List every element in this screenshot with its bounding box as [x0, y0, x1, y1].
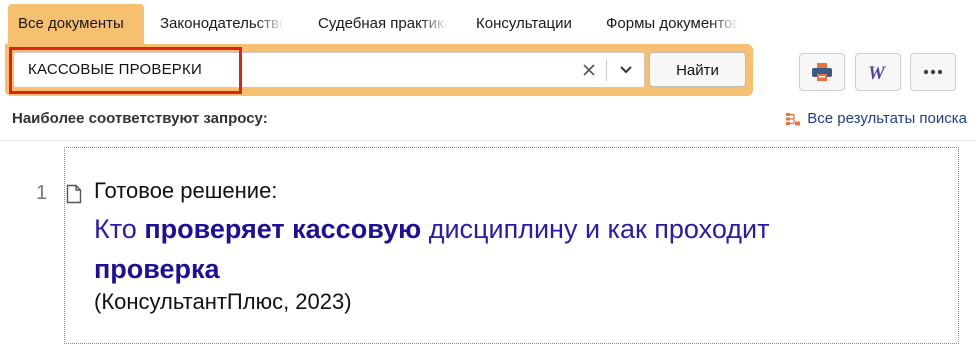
results-divider	[0, 140, 975, 141]
tab-document-forms[interactable]: Формы документов	[596, 4, 738, 44]
search-input[interactable]: КАССОВЫЕ ПРОВЕРКИ	[28, 53, 202, 87]
result-title-link[interactable]: Кто проверяет кассовую дисциплину и как …	[94, 209, 874, 289]
tab-legislation[interactable]: Законодательство	[150, 4, 284, 44]
search-history-dropdown[interactable]	[610, 53, 642, 87]
more-button[interactable]	[910, 53, 956, 91]
document-type-tabs: Все документы Законодательство Судебная …	[8, 4, 748, 44]
find-button[interactable]: Найти	[649, 52, 746, 87]
result-title-keyword: проверка	[94, 254, 220, 284]
tab-all-documents[interactable]: Все документы	[8, 4, 144, 44]
result-title-keyword: проверяет кассовую	[144, 214, 422, 244]
svg-text:W: W	[868, 63, 886, 82]
chevron-down-icon	[620, 66, 632, 74]
all-results-link[interactable]: Все результаты поиска	[785, 110, 967, 127]
tab-consultations[interactable]: Консультации	[466, 4, 588, 44]
tree-list-icon	[786, 112, 801, 125]
result-doc-type: Готовое решение:	[94, 178, 278, 203]
clear-search-button[interactable]	[572, 53, 606, 87]
print-button[interactable]	[799, 53, 845, 91]
tab-court-practice[interactable]: Судебная практика	[308, 4, 448, 44]
search-panel: КАССОВЫЕ ПРОВЕРКИ Найти	[5, 44, 753, 96]
document-icon	[66, 184, 82, 204]
results-heading: Наиболее соответствуют запросу:	[12, 110, 268, 127]
word-icon: W	[868, 63, 886, 82]
result-number: 1	[36, 182, 48, 204]
print-icon	[812, 63, 832, 81]
export-word-button[interactable]: W	[855, 53, 901, 91]
result-title-part: дисциплину и как проходит	[421, 214, 770, 244]
all-results-label: Все результаты поиска	[807, 110, 967, 127]
search-box[interactable]: КАССОВЫЕ ПРОВЕРКИ	[13, 52, 645, 88]
more-icon	[923, 69, 943, 75]
result-source: (КонсультантПлюс, 2023)	[94, 289, 352, 314]
result-title-part: Кто	[94, 214, 145, 244]
search-divider	[606, 59, 607, 81]
close-icon	[583, 64, 595, 76]
